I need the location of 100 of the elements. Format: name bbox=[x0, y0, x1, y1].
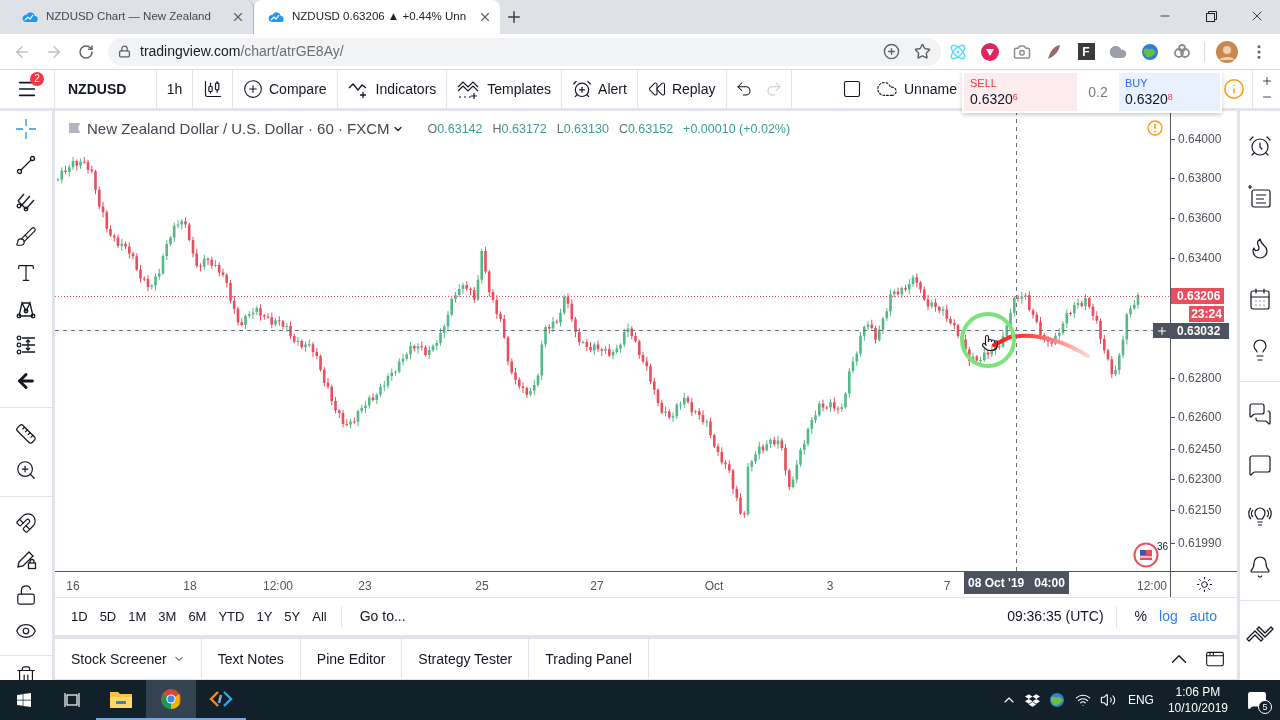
ohlc-value: H0.63172 bbox=[492, 120, 547, 138]
panel-tab[interactable]: Text Notes bbox=[201, 639, 301, 679]
chart-title[interactable]: New Zealand Dollar / U.S. Dollar · 60 · FXCM bbox=[87, 118, 390, 141]
range-button[interactable]: 5D bbox=[93, 602, 123, 631]
go-to-button[interactable]: Go to... bbox=[349, 602, 416, 631]
crosshair-date: 08 Oct '19 bbox=[968, 575, 1025, 592]
event-count: 36 bbox=[1156, 542, 1168, 552]
range-button[interactable]: 1Y bbox=[250, 602, 279, 631]
price-label: 0.61990 bbox=[1178, 535, 1222, 551]
price-label: 0.62600 bbox=[1178, 409, 1222, 425]
time-label: 27 bbox=[590, 578, 604, 595]
linked-circles-icon[interactable] bbox=[1173, 42, 1191, 61]
taskbar-app-button[interactable] bbox=[146, 680, 196, 720]
range-button[interactable]: 6M bbox=[182, 602, 213, 631]
notifications-button[interactable]: 5 bbox=[1234, 680, 1280, 720]
avatar-icon[interactable] bbox=[1216, 40, 1238, 63]
settings-icon[interactable] bbox=[1195, 576, 1213, 593]
time-label: 16 bbox=[66, 578, 80, 595]
camera-icon[interactable] bbox=[1013, 42, 1031, 61]
square-icon[interactable] bbox=[842, 79, 862, 99]
extension-badge[interactable]: F bbox=[1077, 43, 1095, 60]
menu-button[interactable]: 2 bbox=[0, 70, 55, 108]
browser-tab[interactable]: NZDUSD 0.63206 ▲ +0.44% Unn bbox=[254, 0, 500, 34]
close-icon[interactable] bbox=[231, 10, 245, 24]
range-button[interactable]: 1D bbox=[65, 602, 94, 631]
box-logo-icon[interactable] bbox=[1024, 692, 1040, 708]
task-view-icon bbox=[64, 692, 80, 708]
address-field[interactable]: tradingview.com/chart/atrGE8Ay/ bbox=[108, 37, 941, 66]
price-label: 0.62150 bbox=[1178, 502, 1222, 518]
list-icon[interactable] bbox=[1247, 183, 1273, 210]
angle-brackets-icon bbox=[209, 689, 233, 709]
wifi-icon[interactable] bbox=[1074, 692, 1091, 708]
ohlc-value: L0.63130 bbox=[556, 120, 609, 138]
range-button[interactable]: All bbox=[306, 602, 333, 631]
toolbar-button[interactable]: Alert bbox=[562, 70, 638, 108]
language-indicator[interactable]: ENG bbox=[1127, 691, 1154, 709]
lock-icon bbox=[118, 45, 131, 58]
plus-circle-icon bbox=[243, 79, 263, 99]
utc-clock: 09:36:35 (UTC) bbox=[1007, 607, 1104, 626]
plus-button[interactable] bbox=[1153, 323, 1170, 338]
price-label: 0.62800 bbox=[1178, 370, 1222, 386]
range-button[interactable]: 1M bbox=[122, 602, 153, 631]
panel-tab[interactable]: Trading Panel bbox=[529, 639, 649, 679]
range-button[interactable]: 5Y bbox=[278, 602, 307, 631]
close-icon[interactable] bbox=[478, 10, 492, 24]
clock-date[interactable]: 10/10/2019 bbox=[1167, 700, 1228, 716]
cloud-logo-icon bbox=[22, 11, 38, 23]
panel-tab[interactable]: Strategy Tester bbox=[402, 639, 530, 679]
last-price-tag: 0.63206 bbox=[1171, 288, 1224, 304]
feather-icon[interactable] bbox=[1046, 42, 1062, 61]
spread-value: 0.2 bbox=[1087, 82, 1109, 102]
circle-logo-icon[interactable] bbox=[981, 42, 999, 61]
countdown-tag: 23:24 bbox=[1189, 306, 1224, 322]
new-tab-icon[interactable] bbox=[505, 8, 523, 26]
restore-icon bbox=[1205, 10, 1217, 22]
panel-tab[interactable]: Pine Editor bbox=[300, 639, 403, 679]
symbol-button[interactable]: NZDUSD bbox=[55, 70, 157, 108]
flag-event-icon[interactable] bbox=[1132, 542, 1159, 568]
calendar-icon[interactable] bbox=[1248, 286, 1272, 311]
price-label: 0.63600 bbox=[1178, 210, 1222, 226]
time-label: 12:00 bbox=[263, 578, 293, 595]
start-menu-icon bbox=[16, 692, 32, 708]
projection-icon bbox=[15, 334, 37, 356]
double-chevron-icon[interactable] bbox=[1246, 625, 1274, 644]
url-text: tradingview.com/chart/atrGE8Ay/ bbox=[140, 42, 344, 61]
globe-icon[interactable] bbox=[1047, 692, 1066, 708]
reload-icon bbox=[78, 43, 94, 60]
globe-icon[interactable] bbox=[1141, 42, 1159, 61]
layout-button[interactable]: Unname bbox=[868, 70, 958, 108]
notification-badge: 2 bbox=[30, 72, 44, 86]
sell-button[interactable]: SELL 0.6320$^{6}$ bbox=[964, 73, 1077, 111]
price-label: 0.64000 bbox=[1178, 131, 1222, 147]
toolbar-button[interactable]: Compare bbox=[233, 70, 338, 108]
toolbar-button[interactable]: Indicators bbox=[337, 70, 448, 108]
range-button[interactable]: YTD bbox=[212, 602, 251, 631]
star-icon[interactable] bbox=[914, 43, 931, 60]
scale-toggle[interactable]: auto bbox=[1183, 606, 1223, 627]
chat-bubbles-icon[interactable] bbox=[1248, 401, 1272, 426]
scale-toggle[interactable]: log bbox=[1153, 606, 1184, 627]
price-label: 0.62300 bbox=[1178, 471, 1222, 487]
buy-button[interactable]: BUY 0.6320$^{8}$ bbox=[1119, 73, 1220, 111]
price-label: 0.62450 bbox=[1178, 441, 1222, 457]
chat-bubble-icon[interactable] bbox=[1248, 452, 1272, 477]
time-label: 25 bbox=[475, 578, 489, 595]
candles-icon bbox=[202, 79, 223, 99]
toolbar-button[interactable]: Replay bbox=[637, 70, 727, 108]
change-value: +0.00010 (+0.02%) bbox=[683, 120, 791, 138]
time-label: Oct bbox=[704, 578, 724, 595]
clock-time[interactable]: 1:06 PM bbox=[1175, 684, 1221, 700]
scale-toggle[interactable]: % bbox=[1128, 606, 1154, 627]
speaker-icon[interactable] bbox=[1099, 692, 1116, 708]
toolbar-button[interactable]: Templates bbox=[447, 70, 563, 108]
crosshair-icon bbox=[15, 118, 37, 140]
plus-circle-icon[interactable] bbox=[883, 43, 900, 60]
range-button[interactable]: 3M bbox=[152, 602, 183, 631]
bell-icon[interactable] bbox=[1248, 554, 1272, 579]
panel-tab[interactable]: Stock Screener bbox=[55, 639, 202, 679]
plus-icon[interactable] bbox=[1260, 75, 1273, 87]
interval-button[interactable]: 1h bbox=[157, 70, 193, 108]
undo-icon[interactable] bbox=[734, 80, 753, 98]
